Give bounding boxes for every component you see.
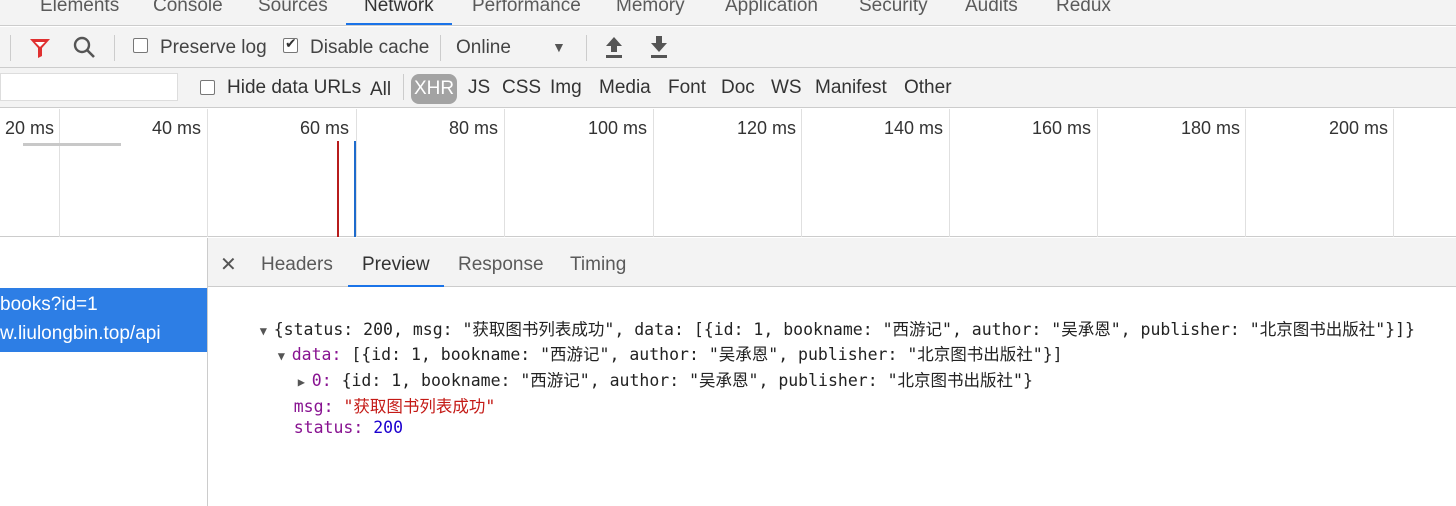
filter-type-doc[interactable]: Doc: [721, 76, 755, 100]
toolbar-divider: [10, 35, 11, 61]
timeline-gridline: [504, 109, 505, 237]
disable-cache-checkbox[interactable]: [283, 35, 298, 53]
preview-json-tree: ▼ {status: 200, msg: "获取图书列表成功", data: [{…: [208, 288, 1456, 506]
timeline-tick: 120 ms: [737, 118, 797, 138]
tab-sources[interactable]: Sources: [258, 0, 328, 25]
timeline-tick: 180 ms: [1181, 118, 1241, 138]
filter-type-other[interactable]: Other: [904, 76, 952, 100]
timeline-gridline: [356, 109, 357, 237]
timeline-tick: 40 ms: [152, 118, 202, 138]
timeline-tick: 20 ms: [5, 118, 55, 138]
filter-input[interactable]: [0, 73, 178, 101]
status-value: 200: [373, 418, 404, 437]
tab-memory[interactable]: Memory: [616, 0, 685, 25]
close-icon[interactable]: ✕: [220, 252, 237, 277]
timeline-gridline: [207, 109, 208, 237]
hide-data-urls-checkbox[interactable]: [200, 80, 215, 95]
tab-timing[interactable]: Timing: [570, 254, 626, 276]
toolbar-divider: [440, 35, 441, 61]
tab-response[interactable]: Response: [458, 254, 544, 276]
request-row-selected[interactable]: books?id=1 w.liulongbin.top/api: [0, 288, 207, 352]
timeline-tick: 200 ms: [1329, 118, 1389, 138]
dom-content-loaded-line: [354, 141, 356, 237]
tab-application[interactable]: Application: [725, 0, 818, 25]
request-waterfall-bar: [23, 143, 121, 146]
timeline-gridline: [653, 109, 654, 237]
devtools-panel-tabs: Elements Console Sources Network Perform…: [0, 0, 1456, 26]
tab-elements[interactable]: Elements: [40, 0, 119, 25]
filter-type-all[interactable]: All: [370, 78, 391, 102]
request-list: books?id=1 w.liulongbin.top/api: [0, 238, 208, 506]
tab-network[interactable]: Network: [346, 0, 452, 25]
filter-type-manifest[interactable]: Manifest: [815, 76, 887, 100]
network-toolbar: Preserve log Disable cache Online ▼: [0, 27, 1456, 68]
tab-console[interactable]: Console: [153, 0, 223, 25]
load-event-line: [337, 141, 339, 237]
tab-audits[interactable]: Audits: [965, 0, 1018, 25]
tab-security[interactable]: Security: [859, 0, 928, 25]
tab-performance[interactable]: Performance: [472, 0, 581, 25]
filter-type-css[interactable]: CSS: [502, 76, 541, 100]
filter-type-js[interactable]: JS: [468, 76, 490, 100]
timeline-gridline: [1393, 109, 1394, 237]
request-host: w.liulongbin.top/api: [0, 323, 161, 344]
tab-redux[interactable]: Redux: [1056, 0, 1111, 25]
filter-type-xhr[interactable]: XHR: [411, 74, 458, 104]
timeline-overview[interactable]: 20 ms 40 ms 60 ms 80 ms 100 ms 120 ms 14…: [0, 109, 1456, 284]
toolbar-divider: [114, 35, 115, 61]
throttling-select[interactable]: Online: [456, 27, 511, 68]
toolbar-divider: [586, 35, 587, 61]
timeline-tick: 100 ms: [588, 118, 648, 138]
timeline-tick: 60 ms: [300, 118, 350, 138]
chevron-down-icon[interactable]: ▼: [552, 27, 566, 68]
preserve-log-checkbox[interactable]: [133, 38, 148, 53]
timeline-gridline: [801, 109, 802, 237]
hide-data-urls-label: Hide data URLs: [227, 77, 362, 98]
tab-preview[interactable]: Preview: [348, 254, 444, 287]
filter-divider: [403, 74, 404, 100]
timeline-tick: 160 ms: [1032, 118, 1092, 138]
filter-type-font[interactable]: Font: [668, 76, 706, 100]
preserve-log-label: Preserve log: [160, 37, 267, 58]
timeline-tick: 80 ms: [449, 118, 499, 138]
filter-bar: Hide data URLs All XHR JS CSS Img Media …: [0, 68, 1456, 108]
tree-status-row: status: 200: [293, 418, 404, 437]
request-name: books?id=1: [0, 294, 98, 315]
disable-cache-label: Disable cache: [310, 37, 430, 58]
timeline-gridline: [1097, 109, 1098, 237]
tab-headers[interactable]: Headers: [261, 254, 333, 276]
timeline-tick: 140 ms: [884, 118, 944, 138]
request-detail-tabs: ✕ Headers Preview Response Timing: [208, 238, 1456, 287]
filter-type-media[interactable]: Media: [599, 76, 651, 100]
timeline-gridline: [949, 109, 950, 237]
timeline-gridline: [1245, 109, 1246, 237]
filter-type-img[interactable]: Img: [550, 76, 582, 100]
filter-type-ws[interactable]: WS: [771, 76, 802, 100]
status-key: status: [293, 418, 354, 437]
timeline-gridline: [59, 109, 60, 237]
